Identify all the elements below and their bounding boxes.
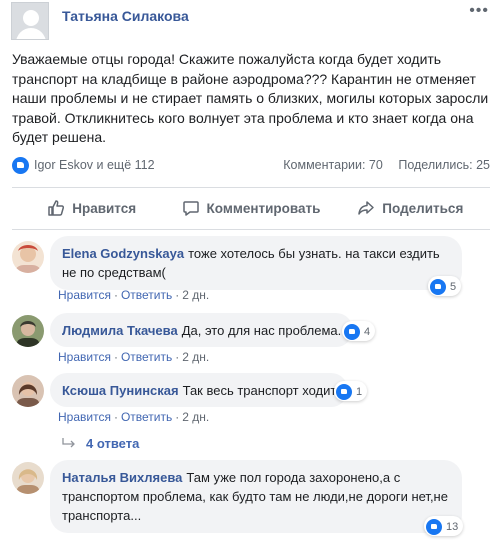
shares-count[interactable]: Поделились: 25 <box>398 158 490 172</box>
divider <box>12 187 490 188</box>
author-avatar[interactable] <box>11 2 49 40</box>
commenter-name[interactable]: Ксюша Пунинская <box>62 383 179 398</box>
share-arrow-icon <box>358 201 375 215</box>
comment-like-link[interactable]: Нравится <box>58 350 111 364</box>
share-button-label: Поделиться <box>382 200 464 216</box>
comment-meta: Нравится · Ответить · 2 дн. <box>58 350 210 364</box>
author-name[interactable]: Татьяна Силакова <box>62 8 189 24</box>
comment-bubble: Наталья Вихляева Там уже пол города захор… <box>50 460 462 533</box>
comment-text: Да, это для нас проблема. <box>181 323 342 338</box>
like-reaction-icon <box>426 519 442 535</box>
comment-meta: Нравится · Ответить · 2 дн. <box>58 288 210 302</box>
reactors-link[interactable]: Igor Eskov и ещё 112 <box>34 158 155 172</box>
share-button[interactable]: Поделиться <box>331 192 490 224</box>
reaction-count: 5 <box>450 281 457 293</box>
comments-count[interactable]: Комментарии: 70 <box>283 158 383 172</box>
commenter-avatar[interactable] <box>12 241 44 273</box>
view-replies-link[interactable]: 4 ответа <box>62 436 139 451</box>
comment-button-label: Комментировать <box>206 200 321 216</box>
commenter-name[interactable]: Elena Godzynskaya <box>62 246 184 261</box>
post-text: Уважаемые отцы города! Скажите пожалуйст… <box>12 51 489 145</box>
post-counts: Комментарии: 70 Поделились: 25 <box>271 158 490 172</box>
commenter-avatar[interactable] <box>12 315 44 347</box>
like-button[interactable]: Нравится <box>12 192 171 224</box>
comment-text: Так весь транспорт ходит <box>182 383 337 398</box>
comment-time[interactable]: 2 дн. <box>182 288 209 302</box>
comment-time[interactable]: 2 дн. <box>182 350 209 364</box>
comment-bubble: Людмила Ткачева Да, это для нас проблема. <box>50 313 354 347</box>
reaction-count: 13 <box>446 521 459 533</box>
comment-reactions[interactable]: 5 <box>428 276 462 296</box>
reaction-count: 4 <box>364 326 371 338</box>
commenter-avatar[interactable] <box>12 375 44 407</box>
thumbs-up-icon <box>48 200 65 216</box>
replies-count: 4 ответа <box>86 436 140 451</box>
comment-reactions[interactable]: 1 <box>334 381 368 401</box>
like-reaction-icon <box>336 384 352 400</box>
like-button-label: Нравится <box>72 200 137 216</box>
comment-bubble: Elena Godzynskaya тоже хотелось бы узнать… <box>50 236 462 290</box>
post-header: Татьяна Силакова ••• <box>10 2 501 42</box>
comment-reactions[interactable]: 13 <box>424 516 464 536</box>
comment-button[interactable]: Комментировать <box>171 192 330 224</box>
commenter-name[interactable]: Людмила Ткачева <box>62 323 178 338</box>
like-reaction-icon <box>344 324 360 340</box>
comment-reply-link[interactable]: Ответить <box>121 410 172 424</box>
more-options-icon[interactable]: ••• <box>469 2 489 20</box>
comment-meta: Нравится · Ответить · 2 дн. <box>58 410 210 424</box>
commenter-name[interactable]: Наталья Вихляева <box>62 470 182 485</box>
comment-reply-link[interactable]: Ответить <box>121 288 172 302</box>
comment-reply-link[interactable]: Ответить <box>121 350 172 364</box>
reactions-summary: Igor Eskov и ещё 112 Комментарии: 70 Под… <box>12 156 490 176</box>
reply-arrow-icon <box>62 438 75 448</box>
like-reaction-icon[interactable] <box>12 157 29 174</box>
commenter-avatar[interactable] <box>12 462 44 494</box>
comment-bubble: Ксюша Пунинская Так весь транспорт ходит <box>50 373 349 407</box>
comment-reactions[interactable]: 4 <box>342 321 376 341</box>
comment-like-link[interactable]: Нравится <box>58 410 111 424</box>
reaction-count: 1 <box>356 386 363 398</box>
speech-bubble-icon <box>182 201 199 216</box>
comment-time[interactable]: 2 дн. <box>182 410 209 424</box>
post-actions: Нравится Комментировать Поделиться <box>12 192 490 224</box>
like-reaction-icon <box>430 279 446 295</box>
divider <box>12 229 490 230</box>
comment-like-link[interactable]: Нравится <box>58 288 111 302</box>
